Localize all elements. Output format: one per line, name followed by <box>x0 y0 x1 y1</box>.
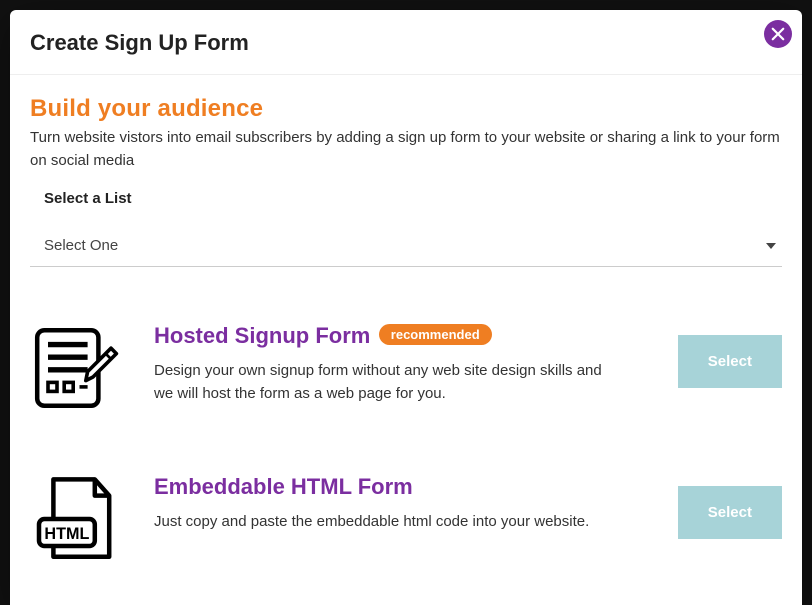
close-button[interactable] <box>764 20 792 48</box>
option-hosted-signup: Hosted Signup Form recommended Design yo… <box>30 323 782 418</box>
close-icon <box>771 27 785 41</box>
recommended-badge: recommended <box>379 324 492 345</box>
option-description: Design your own signup form without any … <box>154 359 624 406</box>
svg-text:HTML: HTML <box>44 525 89 543</box>
chevron-down-icon <box>766 243 776 249</box>
modal-title: Create Sign Up Form <box>30 30 249 56</box>
option-text: Hosted Signup Form recommended Design yo… <box>154 323 644 406</box>
select-hosted-button[interactable]: Select <box>678 335 782 388</box>
section-description: Turn website vistors into email subscrib… <box>30 127 782 172</box>
option-title: Embeddable HTML Form <box>154 474 413 499</box>
list-field-label: Select a List <box>30 190 782 207</box>
html-file-icon: HTML <box>30 474 120 569</box>
option-title: Hosted Signup Form <box>154 323 370 348</box>
list-select[interactable]: Select One <box>30 229 782 267</box>
option-embeddable-html: HTML Embeddable HTML Form Just copy and … <box>30 474 782 569</box>
form-pencil-icon <box>30 323 120 418</box>
list-select-placeholder: Select One <box>44 237 118 254</box>
modal-body: Build your audience Turn website vistors… <box>10 75 802 605</box>
select-embeddable-button[interactable]: Select <box>678 486 782 539</box>
option-text: Embeddable HTML Form Just copy and paste… <box>154 474 644 533</box>
create-signup-form-modal: Create Sign Up Form Build your audience … <box>10 10 802 605</box>
section-title: Build your audience <box>30 95 782 123</box>
option-description: Just copy and paste the embeddable html … <box>154 510 624 533</box>
modal-header: Create Sign Up Form <box>10 10 802 75</box>
